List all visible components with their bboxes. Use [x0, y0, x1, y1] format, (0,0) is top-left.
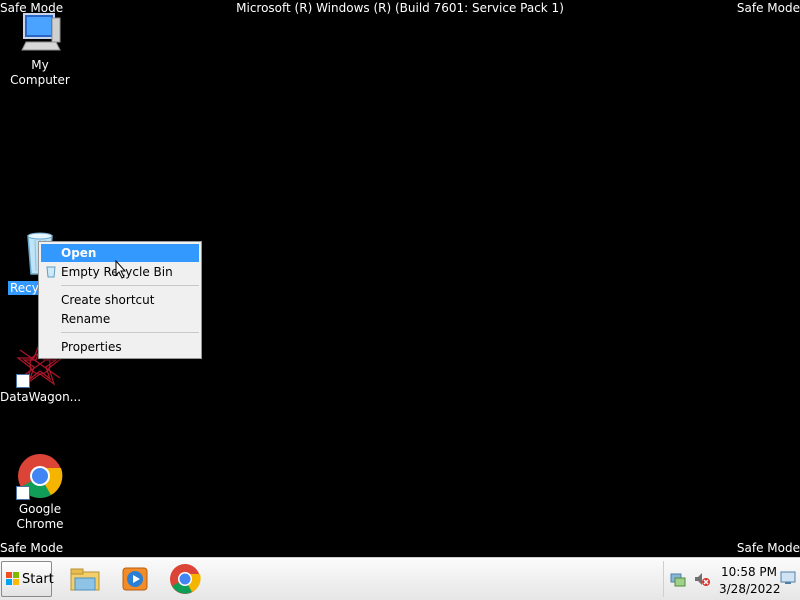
desktop-icon-label: DataWagon...: [0, 390, 82, 404]
shortcut-arrow-icon: [16, 374, 30, 388]
menu-item-rename[interactable]: Rename: [41, 310, 199, 328]
safe-mode-label-bottom-left: Safe Mode: [0, 541, 64, 555]
recycle-small-icon: [45, 265, 57, 278]
show-desktop-icon[interactable]: [780, 571, 796, 585]
mouse-pointer-icon: [114, 259, 128, 280]
desktop-icon-label-line2: Chrome: [16, 517, 64, 531]
desktop-icon-label-line1: Google: [18, 502, 62, 516]
system-tray: 10:58 PM 3/28/2022: [663, 561, 798, 597]
menu-separator: [61, 332, 199, 333]
shortcut-arrow-icon: [16, 486, 30, 500]
chrome-icon: [16, 452, 64, 500]
taskbar: Start 10:58 PM 3/28/2022: [0, 557, 800, 600]
chrome-icon[interactable]: [168, 562, 202, 596]
windows-logo-icon: [6, 572, 20, 586]
desktop-icon-google-chrome[interactable]: Google Chrome: [0, 452, 80, 532]
desktop-icon-label: My Computer: [10, 58, 70, 87]
safe-mode-label-top-right: Safe Mode: [736, 1, 800, 15]
menu-item-properties[interactable]: Properties: [41, 338, 199, 356]
safe-mode-label-bottom-right: Safe Mode: [736, 541, 800, 555]
volume-muted-icon[interactable]: [694, 571, 710, 587]
windows-build-banner: Microsoft (R) Windows (R) (Build 7601: S…: [236, 1, 564, 15]
clock-date[interactable]: 3/28/2022: [719, 582, 781, 596]
network-icon[interactable]: [670, 571, 686, 587]
media-player-icon[interactable]: [118, 562, 152, 596]
desktop-icon-my-computer[interactable]: My Computer: [0, 8, 80, 88]
start-button[interactable]: Start: [1, 561, 54, 597]
file-explorer-icon[interactable]: [68, 562, 102, 596]
computer-icon: [16, 8, 64, 56]
menu-separator: [61, 285, 199, 286]
menu-item-create-shortcut[interactable]: Create shortcut: [41, 291, 199, 309]
context-menu: Open Empty Recycle Bin Create shortcut R…: [38, 241, 202, 359]
start-label: Start: [22, 572, 54, 587]
clock-time[interactable]: 10:58 PM: [719, 565, 779, 579]
